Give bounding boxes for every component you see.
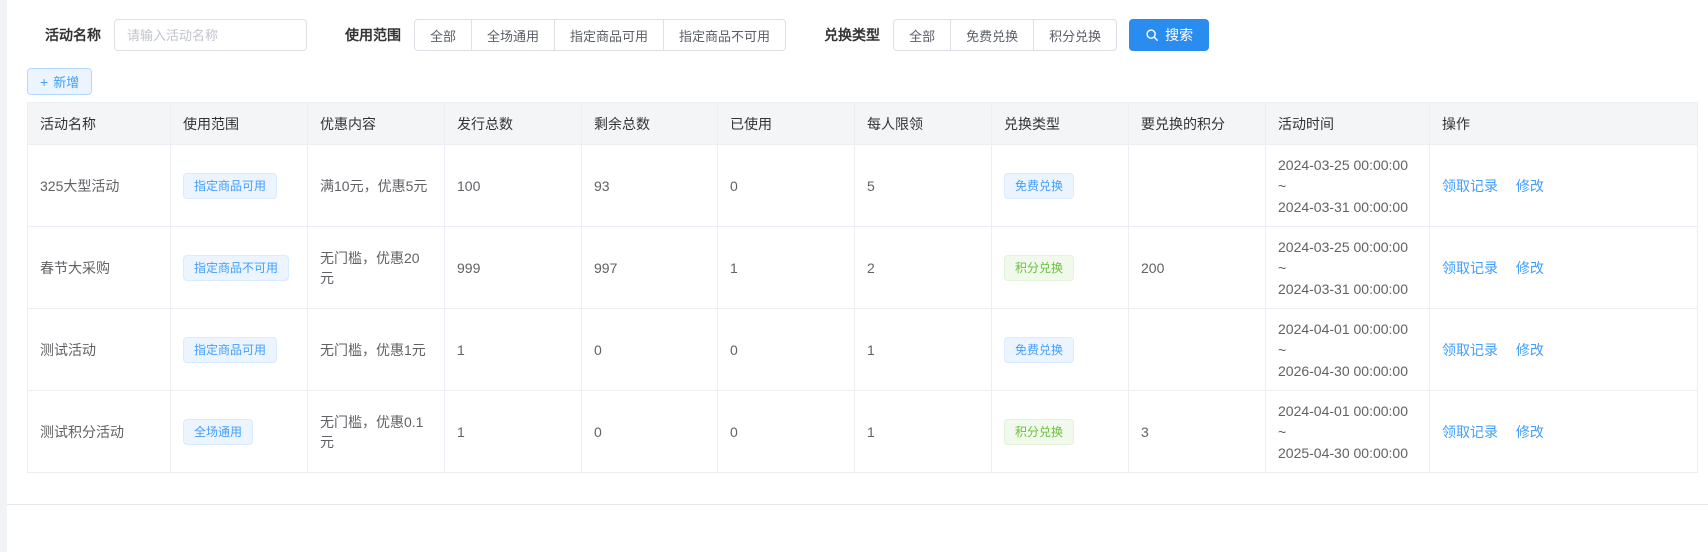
usage-scope-group: 全部 全场通用 指定商品可用 指定商品不可用 [414,19,786,51]
claim-records-link[interactable]: 领取记录 [1442,342,1498,358]
usage-scope-specified-usable-button[interactable]: 指定商品可用 [555,19,664,51]
cell-actions: 领取记录 修改 [1430,227,1698,309]
plus-icon: + [40,75,48,89]
cell-actions: 领取记录 修改 [1430,391,1698,473]
cell-activity-name: 春节大采购 [28,227,171,309]
cell-total-issued: 1 [445,309,582,391]
table-header-row: 活动名称 使用范围 优惠内容 发行总数 剩余总数 已使用 每人限领 兑换类型 要… [28,103,1698,145]
search-button-label: 搜索 [1165,25,1193,45]
cell-discount-content: 无门槛，优惠1元 [308,309,445,391]
usage-scope-tag: 指定商品可用 [183,337,277,363]
table-row: 测试活动 指定商品可用 无门槛，优惠1元 1 0 0 1 免费兑换 2024-0… [28,309,1698,391]
cell-limit-per-person: 1 [855,391,992,473]
cell-points-required: 3 [1129,391,1266,473]
add-button[interactable]: + 新增 [27,68,92,95]
edit-link[interactable]: 修改 [1516,342,1544,358]
add-button-label: 新增 [53,72,79,91]
table-row: 测试积分活动 全场通用 无门槛，优惠0.1元 1 0 0 1 积分兑换 3 20… [28,391,1698,473]
cell-total-remaining: 0 [582,391,718,473]
edit-link[interactable]: 修改 [1516,424,1544,440]
exchange-type-label: 兑换类型 [824,25,880,45]
exchange-type-tag: 免费兑换 [1004,337,1074,363]
cell-used: 0 [718,309,855,391]
cell-points-required [1129,309,1266,391]
claim-records-link[interactable]: 领取记录 [1442,260,1498,276]
table-row: 325大型活动 指定商品可用 满10元，优惠5元 100 93 0 5 免费兑换… [28,145,1698,227]
usage-scope-universal-button[interactable]: 全场通用 [472,19,555,51]
claim-records-link[interactable]: 领取记录 [1442,178,1498,194]
col-exchange-type: 兑换类型 [992,103,1129,145]
exchange-type-group: 全部 免费兑换 积分兑换 [893,19,1117,51]
usage-scope-specified-unusable-button[interactable]: 指定商品不可用 [664,19,786,51]
cell-used: 0 [718,145,855,227]
cell-points-required: 200 [1129,227,1266,309]
usage-scope-tag: 指定商品不可用 [183,255,289,281]
cell-activity-time: 2024-04-01 00:00:00 ~ 2025-04-30 00:00:0… [1266,391,1430,473]
cell-discount-content: 满10元，优惠5元 [308,145,445,227]
cell-activity-name: 测试积分活动 [28,391,171,473]
cell-total-remaining: 93 [582,145,718,227]
claim-records-link[interactable]: 领取记录 [1442,424,1498,440]
cell-discount-content: 无门槛，优惠20元 [308,227,445,309]
exchange-type-points-button[interactable]: 积分兑换 [1034,19,1117,51]
cell-actions: 领取记录 修改 [1430,145,1698,227]
coupon-activity-page: 活动名称 使用范围 全部 全场通用 指定商品可用 指定商品不可用 兑换类型 全部… [7,0,1708,505]
exchange-type-free-button[interactable]: 免费兑换 [951,19,1034,51]
page-left-gutter [0,0,7,552]
exchange-type-all-button[interactable]: 全部 [893,19,951,51]
edit-link[interactable]: 修改 [1516,260,1544,276]
col-actions: 操作 [1430,103,1698,145]
cell-discount-content: 无门槛，优惠0.1元 [308,391,445,473]
col-total-issued: 发行总数 [445,103,582,145]
col-total-remaining: 剩余总数 [582,103,718,145]
cell-total-remaining: 0 [582,309,718,391]
col-used: 已使用 [718,103,855,145]
usage-scope-tag: 全场通用 [183,419,253,445]
activity-table: 活动名称 使用范围 优惠内容 发行总数 剩余总数 已使用 每人限领 兑换类型 要… [27,102,1690,473]
cell-activity-time: 2024-03-25 00:00:00 ~ 2024-03-31 00:00:0… [1266,227,1430,309]
search-button[interactable]: 搜索 [1129,19,1209,51]
search-icon [1145,28,1159,42]
activity-name-input[interactable] [114,19,307,51]
cell-total-issued: 999 [445,227,582,309]
cell-used: 1 [718,227,855,309]
cell-activity-time: 2024-03-25 00:00:00 ~ 2024-03-31 00:00:0… [1266,145,1430,227]
exchange-type-tag: 免费兑换 [1004,173,1074,199]
cell-limit-per-person: 2 [855,227,992,309]
cell-actions: 领取记录 修改 [1430,309,1698,391]
cell-activity-name: 测试活动 [28,309,171,391]
usage-scope-label: 使用范围 [345,25,401,45]
exchange-type-tag: 积分兑换 [1004,419,1074,445]
edit-link[interactable]: 修改 [1516,178,1544,194]
cell-total-issued: 1 [445,391,582,473]
col-activity-name: 活动名称 [28,103,171,145]
cell-activity-name: 325大型活动 [28,145,171,227]
usage-scope-all-button[interactable]: 全部 [414,19,472,51]
cell-total-issued: 100 [445,145,582,227]
cell-points-required [1129,145,1266,227]
activity-name-label: 活动名称 [45,25,101,45]
cell-activity-time: 2024-04-01 00:00:00 ~ 2026-04-30 00:00:0… [1266,309,1430,391]
col-activity-time: 活动时间 [1266,103,1430,145]
usage-scope-tag: 指定商品可用 [183,173,277,199]
exchange-type-tag: 积分兑换 [1004,255,1074,281]
table-row: 春节大采购 指定商品不可用 无门槛，优惠20元 999 997 1 2 积分兑换… [28,227,1698,309]
col-usage-scope: 使用范围 [171,103,308,145]
filter-bar: 活动名称 使用范围 全部 全场通用 指定商品可用 指定商品不可用 兑换类型 全部… [7,0,1708,51]
cell-total-remaining: 997 [582,227,718,309]
col-discount-content: 优惠内容 [308,103,445,145]
col-limit-per-person: 每人限领 [855,103,992,145]
cell-used: 0 [718,391,855,473]
col-points-required: 要兑换的积分 [1129,103,1266,145]
cell-limit-per-person: 5 [855,145,992,227]
cell-limit-per-person: 1 [855,309,992,391]
